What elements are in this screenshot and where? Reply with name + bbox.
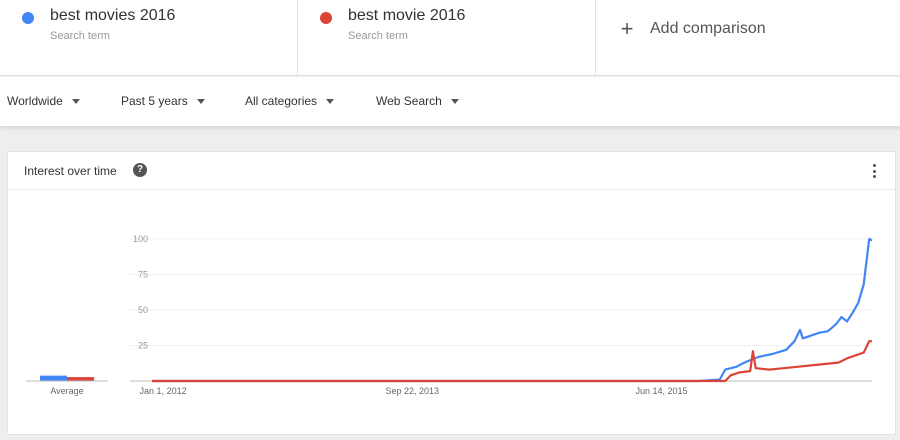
region-dropdown[interactable]: Worldwide xyxy=(7,94,80,108)
term-1-subtitle: Search term xyxy=(50,30,110,42)
chevron-down-icon xyxy=(196,98,205,104)
add-comparison-label: Add comparison xyxy=(650,20,766,37)
region-value: Worldwide xyxy=(7,94,63,108)
add-comparison-panel: + Add comparison xyxy=(596,0,900,76)
search-term-1[interactable]: best movies 2016 Search term xyxy=(0,0,298,76)
time-range-value: Past 5 years xyxy=(121,94,188,108)
category-dropdown[interactable]: All categories xyxy=(245,94,335,108)
y-tick-label: 25 xyxy=(138,341,148,351)
y-tick-label: 100 xyxy=(133,234,148,244)
x-tick-label: Sep 22, 2013 xyxy=(386,386,440,396)
chevron-down-icon xyxy=(71,98,80,104)
average-label: Average xyxy=(50,386,83,396)
card-header: Interest over time ? xyxy=(8,152,895,190)
interest-chart: 100 75 50 25 Jan 1, 2012 Sep 22, 2013 Jun 14, … xyxy=(26,234,873,396)
interest-over-time-card: Interest over time ? 100 75 50 25 Jan 1, 201… xyxy=(7,151,896,435)
search-type-dropdown[interactable]: Web Search xyxy=(376,94,459,108)
x-tick-label: Jun 14, 2015 xyxy=(636,386,688,396)
add-comparison-button[interactable]: + Add comparison xyxy=(616,18,766,40)
search-term-2[interactable]: best movie 2016 Search term xyxy=(298,0,596,76)
term-2-name: best movie 2016 xyxy=(348,7,466,24)
help-icon[interactable]: ? xyxy=(133,163,147,177)
y-tick-label: 50 xyxy=(138,305,148,315)
term-2-color-dot xyxy=(320,12,332,24)
plus-icon: + xyxy=(620,16,634,41)
average-bar xyxy=(40,375,67,381)
x-tick-label: Jan 1, 2012 xyxy=(140,386,187,396)
category-value: All categories xyxy=(245,94,318,108)
y-tick-label: 75 xyxy=(138,270,148,280)
search-terms-bar: best movies 2016 Search term best movie … xyxy=(0,0,900,76)
chevron-down-icon xyxy=(326,98,335,104)
term-1-name: best movies 2016 xyxy=(50,7,176,24)
term-2-subtitle: Search term xyxy=(348,30,408,42)
series-line-2 xyxy=(152,340,872,383)
more-vert-icon[interactable] xyxy=(873,164,877,178)
card-title: Interest over time xyxy=(24,164,117,178)
time-range-dropdown[interactable]: Past 5 years xyxy=(121,94,205,108)
term-1-color-dot xyxy=(22,12,34,24)
filters-bar: Worldwide Past 5 years All categories We… xyxy=(0,77,900,127)
chevron-down-icon xyxy=(450,98,459,104)
search-type-value: Web Search xyxy=(376,94,442,108)
average-bar xyxy=(67,377,94,381)
